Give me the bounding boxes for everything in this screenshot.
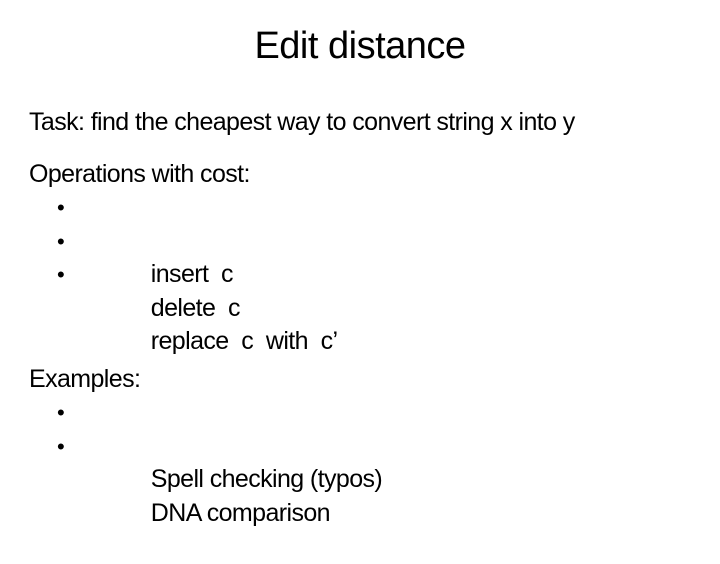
- slide-title: Edit distance: [254, 25, 466, 67]
- bullet-icon: •: [57, 400, 65, 425]
- list-item-replace: • replace c with c’: [29, 258, 338, 355]
- example-dna-comparison-text: DNA comparison: [150, 498, 331, 527]
- operations-heading: Operations with cost:: [29, 160, 250, 188]
- examples-heading: Examples:: [29, 365, 141, 393]
- examples-section: Examples: • Spell checking (typos) • DNA…: [29, 362, 383, 527]
- example-spell-checking-text: Spell checking (typos): [150, 465, 383, 493]
- list-item-delete: • delete c: [29, 225, 337, 322]
- task-statement: Task: find the cheapest way to convert s…: [29, 108, 575, 136]
- operations-section: Operations with cost: • insert c • delet…: [29, 157, 338, 355]
- list-item-insert: • insert c: [29, 191, 337, 288]
- bullet-icon: •: [57, 433, 65, 459]
- bullet-icon: •: [57, 228, 65, 254]
- operation-delete-text: delete c: [150, 293, 241, 322]
- bullet-icon: •: [57, 262, 65, 287]
- bullet-icon: •: [57, 195, 65, 220]
- list-item-dna-comparison: • DNA comparison: [29, 430, 382, 527]
- operations-list: • insert c • delete c • replace c with c…: [29, 191, 338, 355]
- list-item-spell-checking: • Spell checking (typos): [29, 396, 383, 493]
- examples-list: • Spell checking (typos) • DNA compariso…: [29, 396, 383, 527]
- operation-replace-text: replace c with c’: [150, 327, 338, 355]
